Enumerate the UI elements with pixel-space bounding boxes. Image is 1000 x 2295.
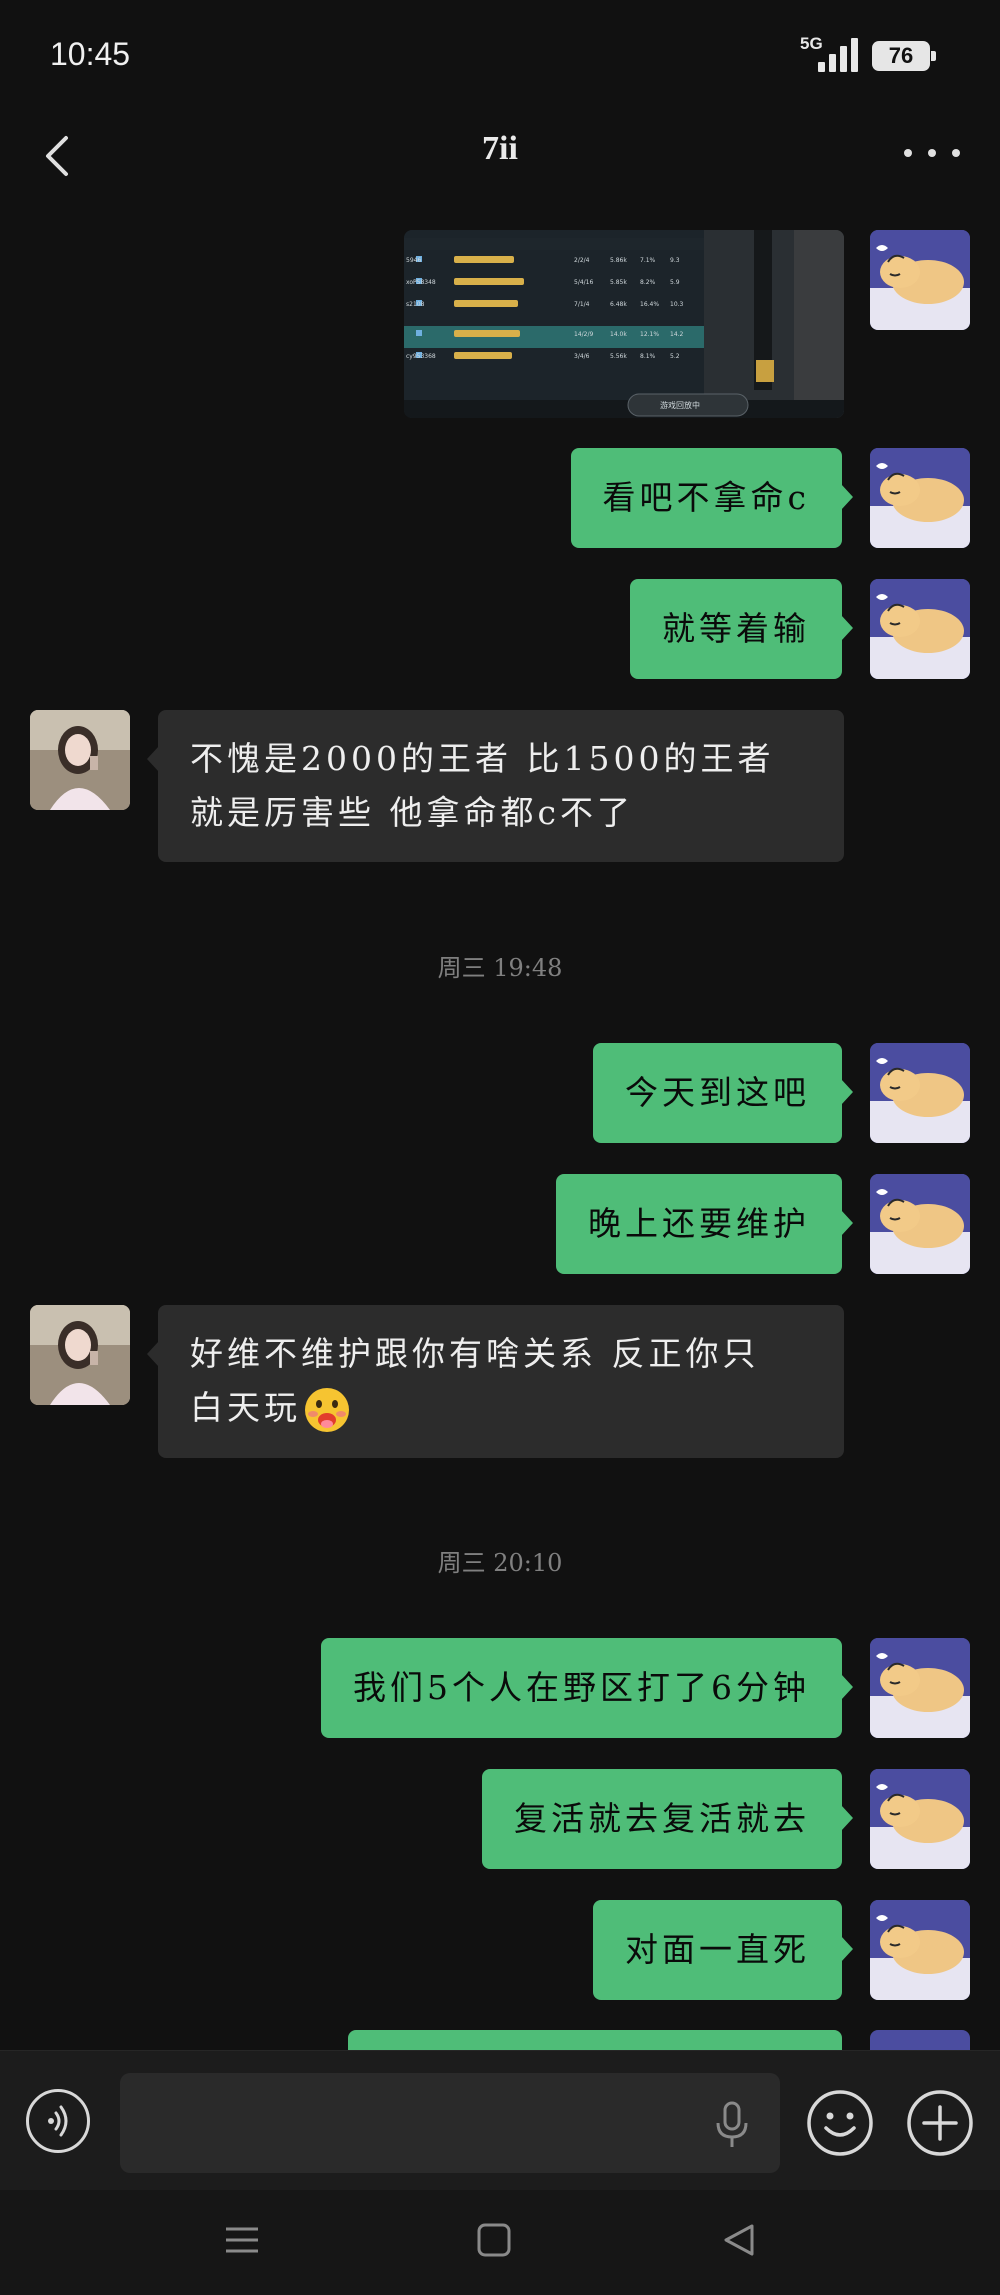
row-score: 14.2 (670, 331, 684, 338)
sleeping-dog-avatar-icon (870, 1043, 970, 1143)
chat-header: 7ii (0, 110, 1000, 200)
sleeping-dog-avatar-icon (870, 1900, 970, 2000)
message-line-with-emoji: 白天玩 (190, 1381, 812, 1436)
sleeping-dog-avatar-icon (870, 1638, 970, 1738)
message-line: 就是厉害些 他拿命都c不了 (190, 793, 634, 832)
row-score: 5.9 (670, 279, 680, 286)
menu-nav-button[interactable] (222, 2220, 262, 2264)
more-actions-button[interactable] (906, 2089, 974, 2157)
row-gold: 5.56k (610, 353, 627, 360)
row-share: 8.2% (640, 279, 656, 286)
timestamp: 周三 20:10 (437, 1549, 563, 1577)
row-name: 5946 (406, 257, 421, 264)
row-name: cy953368 (406, 353, 436, 360)
contact-avatar[interactable] (30, 710, 130, 810)
more-dot-icon (952, 149, 960, 157)
row-kda: 14/2/9 (574, 331, 593, 338)
voice-input-button[interactable] (26, 2089, 90, 2153)
my-avatar[interactable] (870, 1769, 970, 1869)
row-score: 5.2 (670, 353, 680, 360)
system-navigation-bar (0, 2190, 1000, 2295)
row-score: 9.3 (670, 257, 680, 264)
outgoing-message[interactable]: 对面一直死 (593, 1900, 853, 2000)
sleeping-dog-avatar-icon (870, 1769, 970, 1869)
back-nav-button[interactable] (718, 2220, 758, 2264)
battery-icon: 76 (872, 41, 936, 71)
my-avatar[interactable] (870, 1174, 970, 1274)
contact-avatar[interactable] (30, 1305, 130, 1405)
my-avatar[interactable] (870, 1043, 970, 1143)
microphone-icon (716, 2101, 748, 2147)
drooling-face-emoji-icon (305, 1388, 349, 1432)
chat-title: 7ii (482, 130, 518, 167)
row-share: 7.1% (640, 257, 656, 264)
incoming-message[interactable]: 不愧是2000的王者 比1500的王者 就是厉害些 他拿命都c不了 (147, 710, 844, 862)
more-options-button[interactable] (904, 138, 960, 168)
row-name: s2108 (406, 301, 425, 308)
outgoing-message[interactable]: 就等着输 (630, 579, 853, 679)
status-bar: 10:45 5G 76 (0, 0, 1000, 110)
row-share: 12.1% (640, 331, 659, 338)
more-dot-icon (904, 149, 912, 157)
my-avatar[interactable] (870, 230, 970, 330)
row-score: 10.3 (670, 301, 684, 308)
square-home-icon (477, 2223, 511, 2257)
outgoing-message[interactable]: 我们5个人在野区打了6分钟 (321, 1638, 853, 1738)
status-icons: 5G 76 (796, 34, 936, 76)
message-line: 白天玩 (190, 1388, 301, 1427)
menu-lines-icon (226, 2227, 258, 2253)
girl-avatar-icon (30, 1305, 130, 1405)
row-gold: 5.85k (610, 279, 627, 286)
my-avatar[interactable] (870, 1638, 970, 1738)
outgoing-message[interactable]: 复活就去复活就去 (482, 1769, 853, 1869)
row-kda: 2/2/4 (574, 257, 590, 264)
row-gold: 14.0k (610, 331, 627, 338)
sleeping-dog-avatar-icon (870, 579, 970, 679)
emoji-button[interactable] (806, 2089, 874, 2157)
my-avatar[interactable] (870, 448, 970, 548)
triangle-back-icon (724, 2224, 754, 2256)
timestamp: 周三 19:48 (437, 954, 563, 982)
row-share: 8.1% (640, 353, 656, 360)
row-share: 16.4% (640, 301, 659, 308)
image-message[interactable]: 5946 xoP58348 s2108 cy953368 2/2/4 5/4/1… (404, 230, 844, 418)
my-avatar[interactable] (870, 579, 970, 679)
incoming-message[interactable]: 好维不维护跟你有啥关系 反正你只 白天玩 (147, 1305, 844, 1458)
game-scoreboard-image: 5946 xoP58348 s2108 cy953368 2/2/4 5/4/1… (404, 230, 844, 418)
network-type: 5G (800, 34, 823, 53)
row-name: xoP58348 (406, 279, 436, 286)
message-line: 不愧是2000的王者 比1500的王者 (190, 739, 775, 778)
message-line: 好维不维护跟你有啥关系 反正你只 (190, 1334, 760, 1373)
signal-icon: 5G (796, 34, 858, 76)
plus-icon (907, 2090, 973, 2156)
girl-avatar-icon (30, 710, 130, 810)
sleeping-dog-avatar-icon (870, 230, 970, 330)
row-gold: 5.86k (610, 257, 627, 264)
outgoing-message[interactable]: 晚上还要维护 (556, 1174, 853, 1274)
row-kda: 7/1/4 (574, 301, 590, 308)
row-kda: 5/4/16 (574, 279, 593, 286)
more-dot-icon (928, 149, 936, 157)
status-time: 10:45 (50, 36, 131, 72)
message-input[interactable] (120, 2073, 780, 2173)
input-bar (0, 2050, 1000, 2191)
replay-button-label: 游戏回放中 (660, 400, 700, 410)
sleeping-dog-avatar-icon (870, 448, 970, 548)
voice-waves-icon (48, 2105, 68, 2137)
row-gold: 6.48k (610, 301, 627, 308)
home-nav-button[interactable] (474, 2220, 514, 2264)
my-avatar[interactable] (870, 1900, 970, 2000)
smiley-icon (807, 2090, 873, 2156)
outgoing-message[interactable]: 今天到这吧 (593, 1043, 853, 1143)
microphone-button[interactable] (712, 2099, 752, 2151)
row-kda: 3/4/6 (574, 353, 590, 360)
sleeping-dog-avatar-icon (870, 1174, 970, 1274)
outgoing-message[interactable]: 看吧不拿命c (570, 448, 854, 548)
